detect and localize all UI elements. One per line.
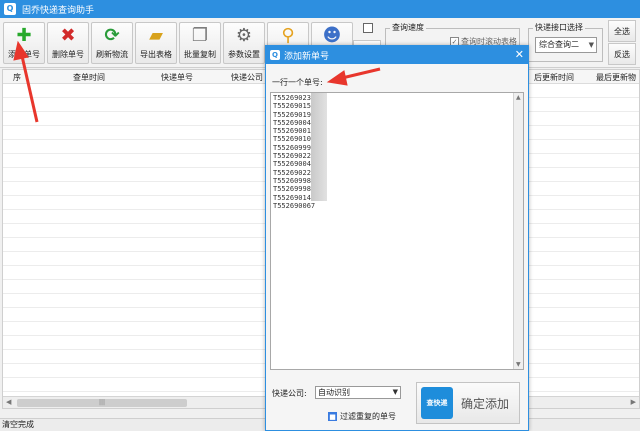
tracking-number-line: T55269022 [273, 168, 311, 177]
export-folder-icon: ▰ [149, 25, 163, 46]
save-disk-icon [363, 23, 373, 33]
gear-icon: ⚙ [235, 25, 253, 46]
tracking-number-line: T55269004 [273, 118, 311, 127]
tracking-numbers-textarea[interactable]: T55269023 T55269015 T55269019 T55269004 T552… [270, 92, 524, 370]
invert-selection-button[interactable]: 反选 [608, 43, 636, 65]
dialog-title: 添加新单号 [284, 51, 330, 62]
invert-selection-label: 反选 [614, 50, 630, 59]
api-select-dropdown[interactable]: 综合查询二 ▼ [535, 37, 597, 53]
settings-button[interactable]: ⚙ 参数设置 [223, 22, 265, 64]
scrollbar-thumb[interactable]: ||| [17, 399, 187, 407]
api-select-title: 快递接口选择 [533, 22, 585, 33]
tracking-number-line: T55269022 [273, 152, 311, 161]
settings-label: 参数设置 [228, 50, 260, 59]
courier-company-select[interactable]: 自动识别 ▼ [315, 386, 401, 399]
redaction-blur [311, 93, 327, 201]
column-header[interactable]: 最后更新物 [596, 72, 636, 83]
courier-company-label: 快递公司: [272, 389, 307, 398]
tracking-number-line: T55269023 [273, 94, 311, 102]
confirm-add-button[interactable]: 查快递 确定添加 [416, 382, 520, 424]
scroll-left-icon[interactable]: ◀ [6, 398, 11, 406]
plus-icon: ✚ [16, 25, 32, 46]
add-number-dialog: Q 添加新单号 ✕ 一行一个单号: T55269023 T55269015 T552… [265, 45, 529, 431]
tracking-number-line: T55260998 [273, 176, 311, 185]
chevron-down-icon: ▼ [588, 41, 594, 49]
query-express-logo-icon: 查快递 [421, 387, 453, 419]
query-speed-title: 查询速度 [390, 22, 426, 33]
tracking-number-line: T55260999 [273, 143, 311, 152]
close-icon[interactable]: ✕ [515, 48, 524, 61]
tracking-number-line: T55269001 [273, 127, 311, 136]
export-table-button[interactable]: ▰ 导出表格 [135, 22, 177, 64]
tracking-number-line: T55269010 [273, 135, 311, 144]
tracking-number-line: T55269004 [273, 160, 311, 169]
scroll-up-icon[interactable]: ▲ [516, 94, 521, 101]
dialog-titlebar: Q 添加新单号 ✕ [266, 46, 528, 64]
api-selected-value: 综合查询二 [539, 40, 579, 49]
batch-copy-label: 批量复制 [184, 50, 216, 59]
main-titlebar: Q 固乔快递查询助手 [0, 0, 640, 18]
column-header[interactable]: 查单时间 [73, 72, 105, 83]
column-header[interactable]: 快递单号 [161, 72, 193, 83]
copy-icon: ❐ [191, 25, 209, 46]
tracking-number-line: T552690143 [273, 193, 316, 202]
select-all-label: 全选 [614, 27, 630, 36]
status-text: 清空完成 [2, 420, 34, 429]
add-number-label: 添加单号 [8, 50, 40, 59]
column-header[interactable]: 序 [13, 72, 21, 83]
tracking-number-line: T55269998 [273, 185, 311, 194]
refresh-logistics-button[interactable]: ⟳ 刷新物流 [91, 22, 133, 64]
delete-number-button[interactable]: ✖ 删除单号 [47, 22, 89, 64]
scroll-right-icon[interactable]: ▶ [631, 398, 636, 406]
app-logo-icon: Q [270, 50, 280, 60]
delete-x-icon: ✖ [60, 25, 76, 46]
app-logo-icon: Q [4, 3, 16, 15]
column-header[interactable]: 快递公司 [231, 72, 263, 83]
courier-company-value: 自动识别 [318, 388, 350, 397]
tracking-number-line: T55269015 [273, 102, 311, 111]
vertical-scrollbar[interactable]: ▲ ▼ [513, 93, 523, 369]
filter-duplicates-checkbox[interactable]: ■ 过滤重复的单号 [328, 411, 396, 422]
tracking-number-line: T55269019 [273, 110, 311, 119]
filter-duplicates-label: 过滤重复的单号 [340, 412, 396, 421]
dialog-prompt: 一行一个单号: [272, 78, 323, 87]
refresh-icon: ⟳ [104, 25, 120, 46]
scroll-down-icon[interactable]: ▼ [516, 361, 521, 368]
tracking-number-list: T55269023 T55269015 T55269019 T55269004 T552… [273, 94, 315, 210]
column-header[interactable]: 后更新时间 [534, 72, 574, 83]
batch-copy-button[interactable]: ❐ 批量复制 [179, 22, 221, 64]
confirm-add-label: 确定添加 [461, 397, 510, 411]
refresh-logistics-label: 刷新物流 [96, 50, 128, 59]
tracking-number-line: T552690067 [273, 201, 316, 210]
checkbox-checked-icon: ■ [328, 412, 337, 421]
add-number-button[interactable]: ✚ 添加单号 [3, 22, 45, 64]
api-select-group: 快递接口选择 综合查询二 ▼ [528, 22, 603, 62]
export-table-label: 导出表格 [140, 50, 172, 59]
delete-number-label: 删除单号 [52, 50, 84, 59]
select-all-button[interactable]: 全选 [608, 20, 636, 42]
window-title: 固乔快递查询助手 [22, 5, 95, 16]
chevron-down-icon: ▼ [392, 388, 398, 396]
